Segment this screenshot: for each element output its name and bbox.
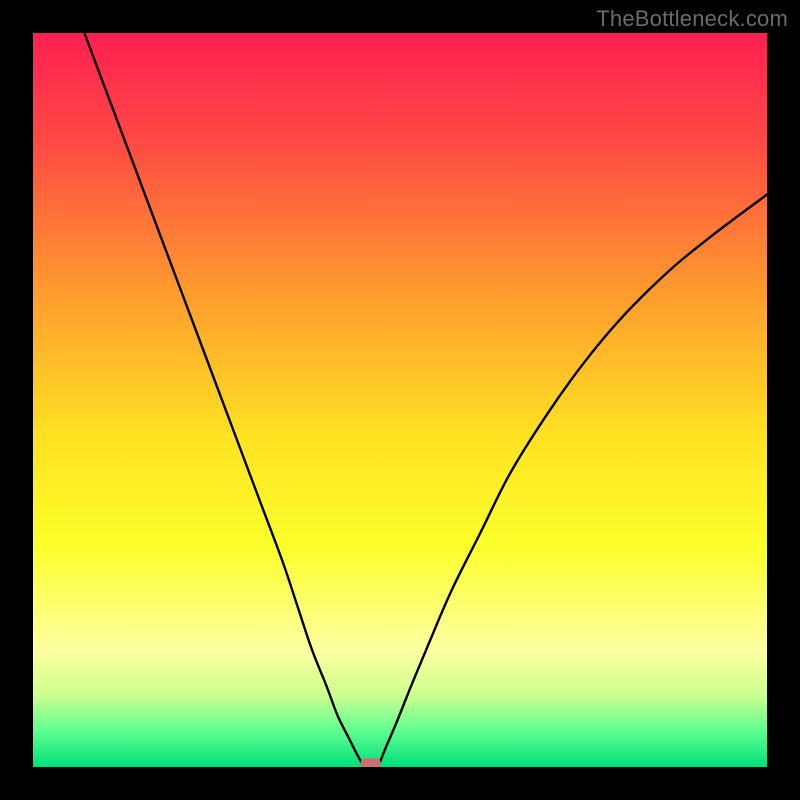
watermark-text: TheBottleneck.com: [596, 6, 788, 32]
valley-marker: [360, 758, 381, 767]
gradient-background: [33, 33, 767, 767]
chart-svg: [33, 33, 767, 767]
chart-frame: TheBottleneck.com: [0, 0, 800, 800]
chart-plot-area: [33, 33, 767, 767]
